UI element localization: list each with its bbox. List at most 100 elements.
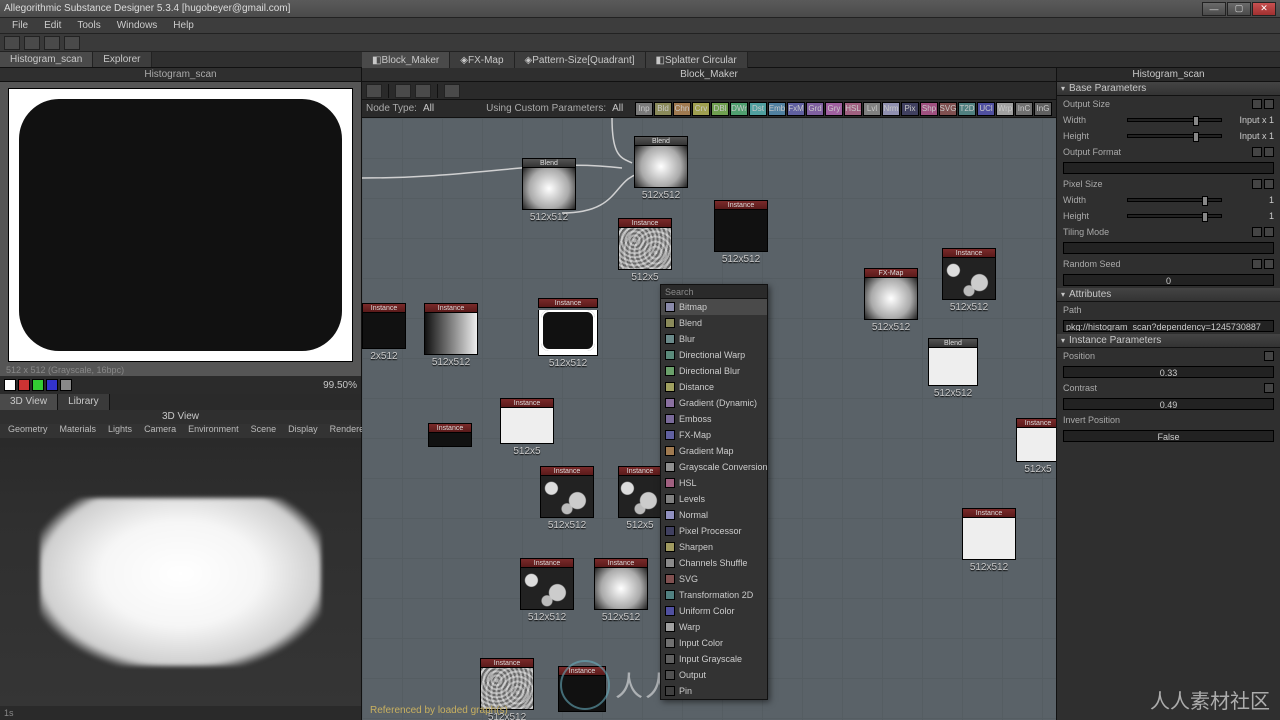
graph-tool-align-icon[interactable] [415,84,431,98]
node-context-menu[interactable]: Search BitmapBlendBlurDirectional WarpDi… [660,284,768,700]
context-menu-item[interactable]: Gradient (Dynamic) [661,395,767,411]
height-slider[interactable] [1127,134,1222,138]
reset-icon[interactable] [1264,259,1274,269]
context-menu-item[interactable]: Levels [661,491,767,507]
context-menu-item[interactable]: Directional Warp [661,347,767,363]
context-menu-item[interactable]: Uniform Color [661,603,767,619]
context-menu-item[interactable]: Input Color [661,635,767,651]
context-menu-item[interactable]: FX-Map [661,427,767,443]
node-input-1[interactable]: Instance 2x512 [362,303,406,362]
channel-r-icon[interactable] [18,379,30,391]
channel-b-icon[interactable] [46,379,58,391]
filter-using-value[interactable]: All [612,103,623,114]
menu3d-lights[interactable]: Lights [102,424,138,438]
context-menu-item[interactable]: Pin [661,683,767,699]
context-menu-item[interactable]: Pixel Processor [661,523,767,539]
context-menu-item[interactable]: Distance [661,379,767,395]
prop-output-format[interactable] [1057,160,1280,176]
context-menu-item[interactable]: Emboss [661,411,767,427]
node-blend-2[interactable]: Blend 512x512 [634,136,688,201]
filter-chip[interactable]: Inp [635,102,653,116]
filter-chip[interactable]: Bld [654,102,672,116]
node-fxmap[interactable]: FX-Map 512x512 [864,268,918,333]
node-blend-3[interactable]: Blend 512x512 [928,338,978,399]
filter-chip[interactable]: Lvl [863,102,881,116]
properties-tab[interactable]: Histogram_scan [1057,68,1280,82]
menu3d-environment[interactable]: Environment [182,424,245,438]
filter-nodetype-value[interactable]: All [423,103,434,114]
toolbar-link-icon[interactable] [64,36,80,50]
node-white-b[interactable]: Instance 512x512 [962,508,1016,573]
context-menu-item[interactable]: Sharpen [661,539,767,555]
toolbar-save-icon[interactable] [44,36,60,50]
context-menu-item[interactable]: SVG [661,571,767,587]
filter-chip[interactable]: InC [1015,102,1033,116]
filter-chip[interactable]: HSL [844,102,862,116]
minimize-button[interactable]: — [1202,2,1226,16]
close-button[interactable]: ✕ [1252,2,1276,16]
node-patchy-a[interactable]: Instance 512x512 [942,248,996,313]
graph-tool-frame-icon[interactable] [395,84,411,98]
channel-g-icon[interactable] [32,379,44,391]
menu-edit[interactable]: Edit [36,20,69,31]
filter-chip[interactable]: SVG [939,102,957,116]
preview-3d-viewport[interactable] [0,438,361,706]
graph-tool-select-icon[interactable] [366,84,382,98]
section-instance-parameters[interactable]: ▾Instance Parameters [1057,334,1280,348]
filter-chip[interactable]: Shp [920,102,938,116]
filter-chip[interactable]: DWr [730,102,748,116]
filter-chip[interactable]: Grd [806,102,824,116]
prop-invert[interactable]: False [1057,428,1280,444]
node-instance-b[interactable]: Instance 512x512 [424,303,478,368]
context-menu-item[interactable]: Transformation 2D [661,587,767,603]
menu3d-display[interactable]: Display [282,424,324,438]
context-menu-item[interactable]: Input Grayscale [661,651,767,667]
context-menu-item[interactable]: Bitmap [661,299,767,315]
inherit-icon[interactable] [1252,147,1262,157]
context-menu-item[interactable]: Normal [661,507,767,523]
node-white-a[interactable]: Instance 512x5 [1016,418,1056,475]
filter-chip[interactable]: Emb [768,102,786,116]
prop-tiling[interactable] [1057,240,1280,256]
graph-tab-pattern-size[interactable]: ◈ Pattern-Size[Quadrant] [515,52,646,68]
node-blend-1[interactable]: Blend 512x512 [522,158,576,223]
prop-contrast[interactable]: 0.49 [1057,396,1280,412]
node-instance-c[interactable]: Instance 512x512 [538,298,598,369]
tab-library[interactable]: Library [58,394,110,410]
filter-chip[interactable]: InG [1034,102,1052,116]
tab-histogram-scan[interactable]: Histogram_scan [0,52,93,67]
menu3d-materials[interactable]: Materials [54,424,103,438]
channel-rgb-icon[interactable] [4,379,16,391]
context-menu-item[interactable]: HSL [661,475,767,491]
graph-tab-block-maker[interactable]: ◧ Block_Maker [362,52,450,68]
width-slider[interactable] [1127,118,1222,122]
context-menu-item[interactable]: Gradient Map [661,443,767,459]
context-menu-item[interactable]: Blend [661,315,767,331]
context-menu-item[interactable]: Grayscale Conversion [661,459,767,475]
filter-chip[interactable]: Gry [825,102,843,116]
menu-tools[interactable]: Tools [69,20,108,31]
section-attributes[interactable]: ▾Attributes [1057,288,1280,302]
filter-chip[interactable]: FxM [787,102,805,116]
node-noise-4[interactable]: Instance 512x512 [520,558,574,623]
prop-position[interactable]: 0.33 [1057,364,1280,380]
filter-chip[interactable]: Dst [749,102,767,116]
node-instance-d[interactable]: Instance 512x5 [500,398,554,457]
reset-icon[interactable] [1264,179,1274,189]
pheight-slider[interactable] [1127,214,1222,218]
toolbar-open-icon[interactable] [24,36,40,50]
context-menu-item[interactable]: Blur [661,331,767,347]
node-instance-e[interactable]: Instance [428,423,472,447]
node-noise-2[interactable]: Instance 512x512 [540,466,594,531]
filter-chip[interactable]: Nrm [882,102,900,116]
reset-icon[interactable] [1264,227,1274,237]
filter-chip[interactable]: UCl [977,102,995,116]
context-menu-item[interactable]: Channels Shuffle [661,555,767,571]
menu3d-scene[interactable]: Scene [245,424,283,438]
inherit-icon[interactable] [1252,259,1262,269]
pwidth-slider[interactable] [1127,198,1222,202]
menu-file[interactable]: File [4,20,36,31]
filter-chip[interactable]: DBl [711,102,729,116]
prop-path-value[interactable]: pkg://histogram_scan?dependency=12457308… [1057,318,1280,334]
menu3d-geometry[interactable]: Geometry [2,424,54,438]
